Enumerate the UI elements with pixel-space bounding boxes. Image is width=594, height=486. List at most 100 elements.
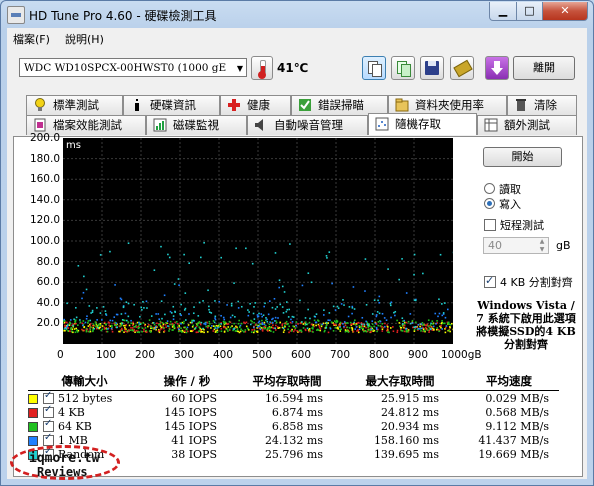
short-test-value: 40 xyxy=(488,239,502,252)
tab-aam[interactable]: 自動噪音管理 xyxy=(247,115,368,135)
series-checkbox[interactable] xyxy=(43,404,54,418)
data-point xyxy=(438,330,440,333)
data-point xyxy=(81,322,83,325)
write-radio[interactable] xyxy=(484,198,495,209)
data-point xyxy=(253,306,255,308)
header-ops: 操作 / 秒 xyxy=(141,372,233,391)
series-checkbox[interactable] xyxy=(43,390,54,404)
tab-random-access[interactable]: 隨機存取 xyxy=(368,113,477,135)
result-avg: 24.132 ms xyxy=(264,433,323,447)
data-point xyxy=(253,330,256,332)
data-point xyxy=(313,315,316,318)
maximize-button[interactable]: □ xyxy=(516,2,543,21)
data-point xyxy=(251,329,253,331)
data-point xyxy=(231,314,234,317)
tab-folder-usage[interactable]: 資料夾使用率 xyxy=(388,95,507,115)
data-point xyxy=(196,324,199,327)
data-point xyxy=(155,313,157,315)
data-point xyxy=(111,319,114,322)
data-point xyxy=(223,318,226,321)
data-point xyxy=(296,330,298,332)
tab-erase[interactable]: 清除 xyxy=(507,95,577,115)
data-point xyxy=(279,303,282,306)
data-point xyxy=(194,327,197,329)
tab-extra-tests[interactable]: 額外測試 xyxy=(477,115,577,135)
data-point xyxy=(420,330,422,332)
data-point xyxy=(269,326,272,329)
data-point xyxy=(185,328,188,331)
data-point xyxy=(345,322,347,324)
download-icon[interactable] xyxy=(485,56,509,80)
tab-error-scan[interactable]: 錯誤掃瞄 xyxy=(291,95,388,115)
data-point xyxy=(344,324,347,327)
menu-help[interactable]: 說明(H) xyxy=(65,31,104,47)
data-point xyxy=(430,327,432,330)
data-point xyxy=(257,321,260,324)
data-point xyxy=(81,297,83,300)
data-point xyxy=(343,321,346,323)
spin-down-icon[interactable]: ▼ xyxy=(536,246,548,253)
data-point xyxy=(149,325,152,328)
data-point xyxy=(373,299,376,301)
data-point xyxy=(336,321,339,323)
data-point xyxy=(262,327,264,329)
data-point xyxy=(301,284,304,287)
data-point xyxy=(64,327,66,330)
data-point xyxy=(222,320,225,323)
align-4kb-checkbox[interactable] xyxy=(484,274,496,288)
data-point xyxy=(365,320,367,323)
drive-select[interactable]: WDC WD10SPCX-00HWST0 (1000 gE ▼ xyxy=(19,58,247,77)
data-point xyxy=(123,324,125,327)
data-point xyxy=(342,323,344,325)
data-point xyxy=(162,325,164,327)
data-point xyxy=(317,320,320,322)
data-point xyxy=(103,328,106,330)
data-point xyxy=(191,326,194,328)
watermark-logo: iqmore.tw Reviews xyxy=(10,445,120,480)
data-point xyxy=(162,323,165,326)
data-point xyxy=(381,328,384,331)
data-point xyxy=(95,322,98,325)
data-point xyxy=(199,323,202,326)
copy-icon[interactable] xyxy=(362,56,386,80)
data-point xyxy=(257,325,259,328)
data-point xyxy=(239,324,242,327)
tab-info[interactable]: 硬碟資訊 xyxy=(123,95,220,115)
data-point xyxy=(235,247,237,250)
data-point xyxy=(245,325,248,328)
minimize-button[interactable]: ▁ xyxy=(489,2,517,21)
data-point xyxy=(358,326,361,329)
data-point xyxy=(160,300,163,302)
save-icon[interactable] xyxy=(420,56,444,80)
start-button[interactable]: 開始 xyxy=(483,147,562,167)
tab-disk-monitor[interactable]: 磁碟監視 xyxy=(146,115,247,135)
data-point xyxy=(372,328,375,331)
series-checkbox[interactable] xyxy=(43,432,54,446)
data-point xyxy=(130,319,132,322)
data-point xyxy=(253,328,256,331)
short-test-spinner[interactable]: 40 ▲ ▼ xyxy=(483,237,549,254)
data-point xyxy=(436,320,438,322)
data-point xyxy=(159,323,161,326)
spin-up-icon[interactable]: ▲ xyxy=(536,238,548,245)
data-point xyxy=(121,319,124,321)
copy-alt-icon[interactable] xyxy=(391,56,415,80)
data-point xyxy=(164,313,166,316)
short-test-checkbox[interactable] xyxy=(484,219,496,231)
data-point xyxy=(344,330,347,333)
data-point xyxy=(259,323,261,326)
data-point xyxy=(142,321,145,324)
read-radio[interactable] xyxy=(484,183,495,194)
close-button[interactable]: ✕ xyxy=(542,2,588,21)
data-point xyxy=(362,330,365,333)
title-bar[interactable]: HD Tune Pro 4.60 - 硬碟檢測工具 ▁ □ ✕ xyxy=(1,1,593,27)
tab-health[interactable]: 健康 xyxy=(220,95,291,115)
exit-button[interactable]: 離開 xyxy=(513,56,575,80)
tab-benchmark[interactable]: 標準測試 xyxy=(26,95,123,115)
menu-file[interactable]: 檔案(F) xyxy=(13,31,50,47)
data-point xyxy=(275,324,277,327)
monitor-icon xyxy=(153,118,167,132)
hardware-icon[interactable] xyxy=(450,56,474,80)
result-size: 1 MB xyxy=(28,432,141,447)
series-checkbox[interactable] xyxy=(43,418,54,432)
